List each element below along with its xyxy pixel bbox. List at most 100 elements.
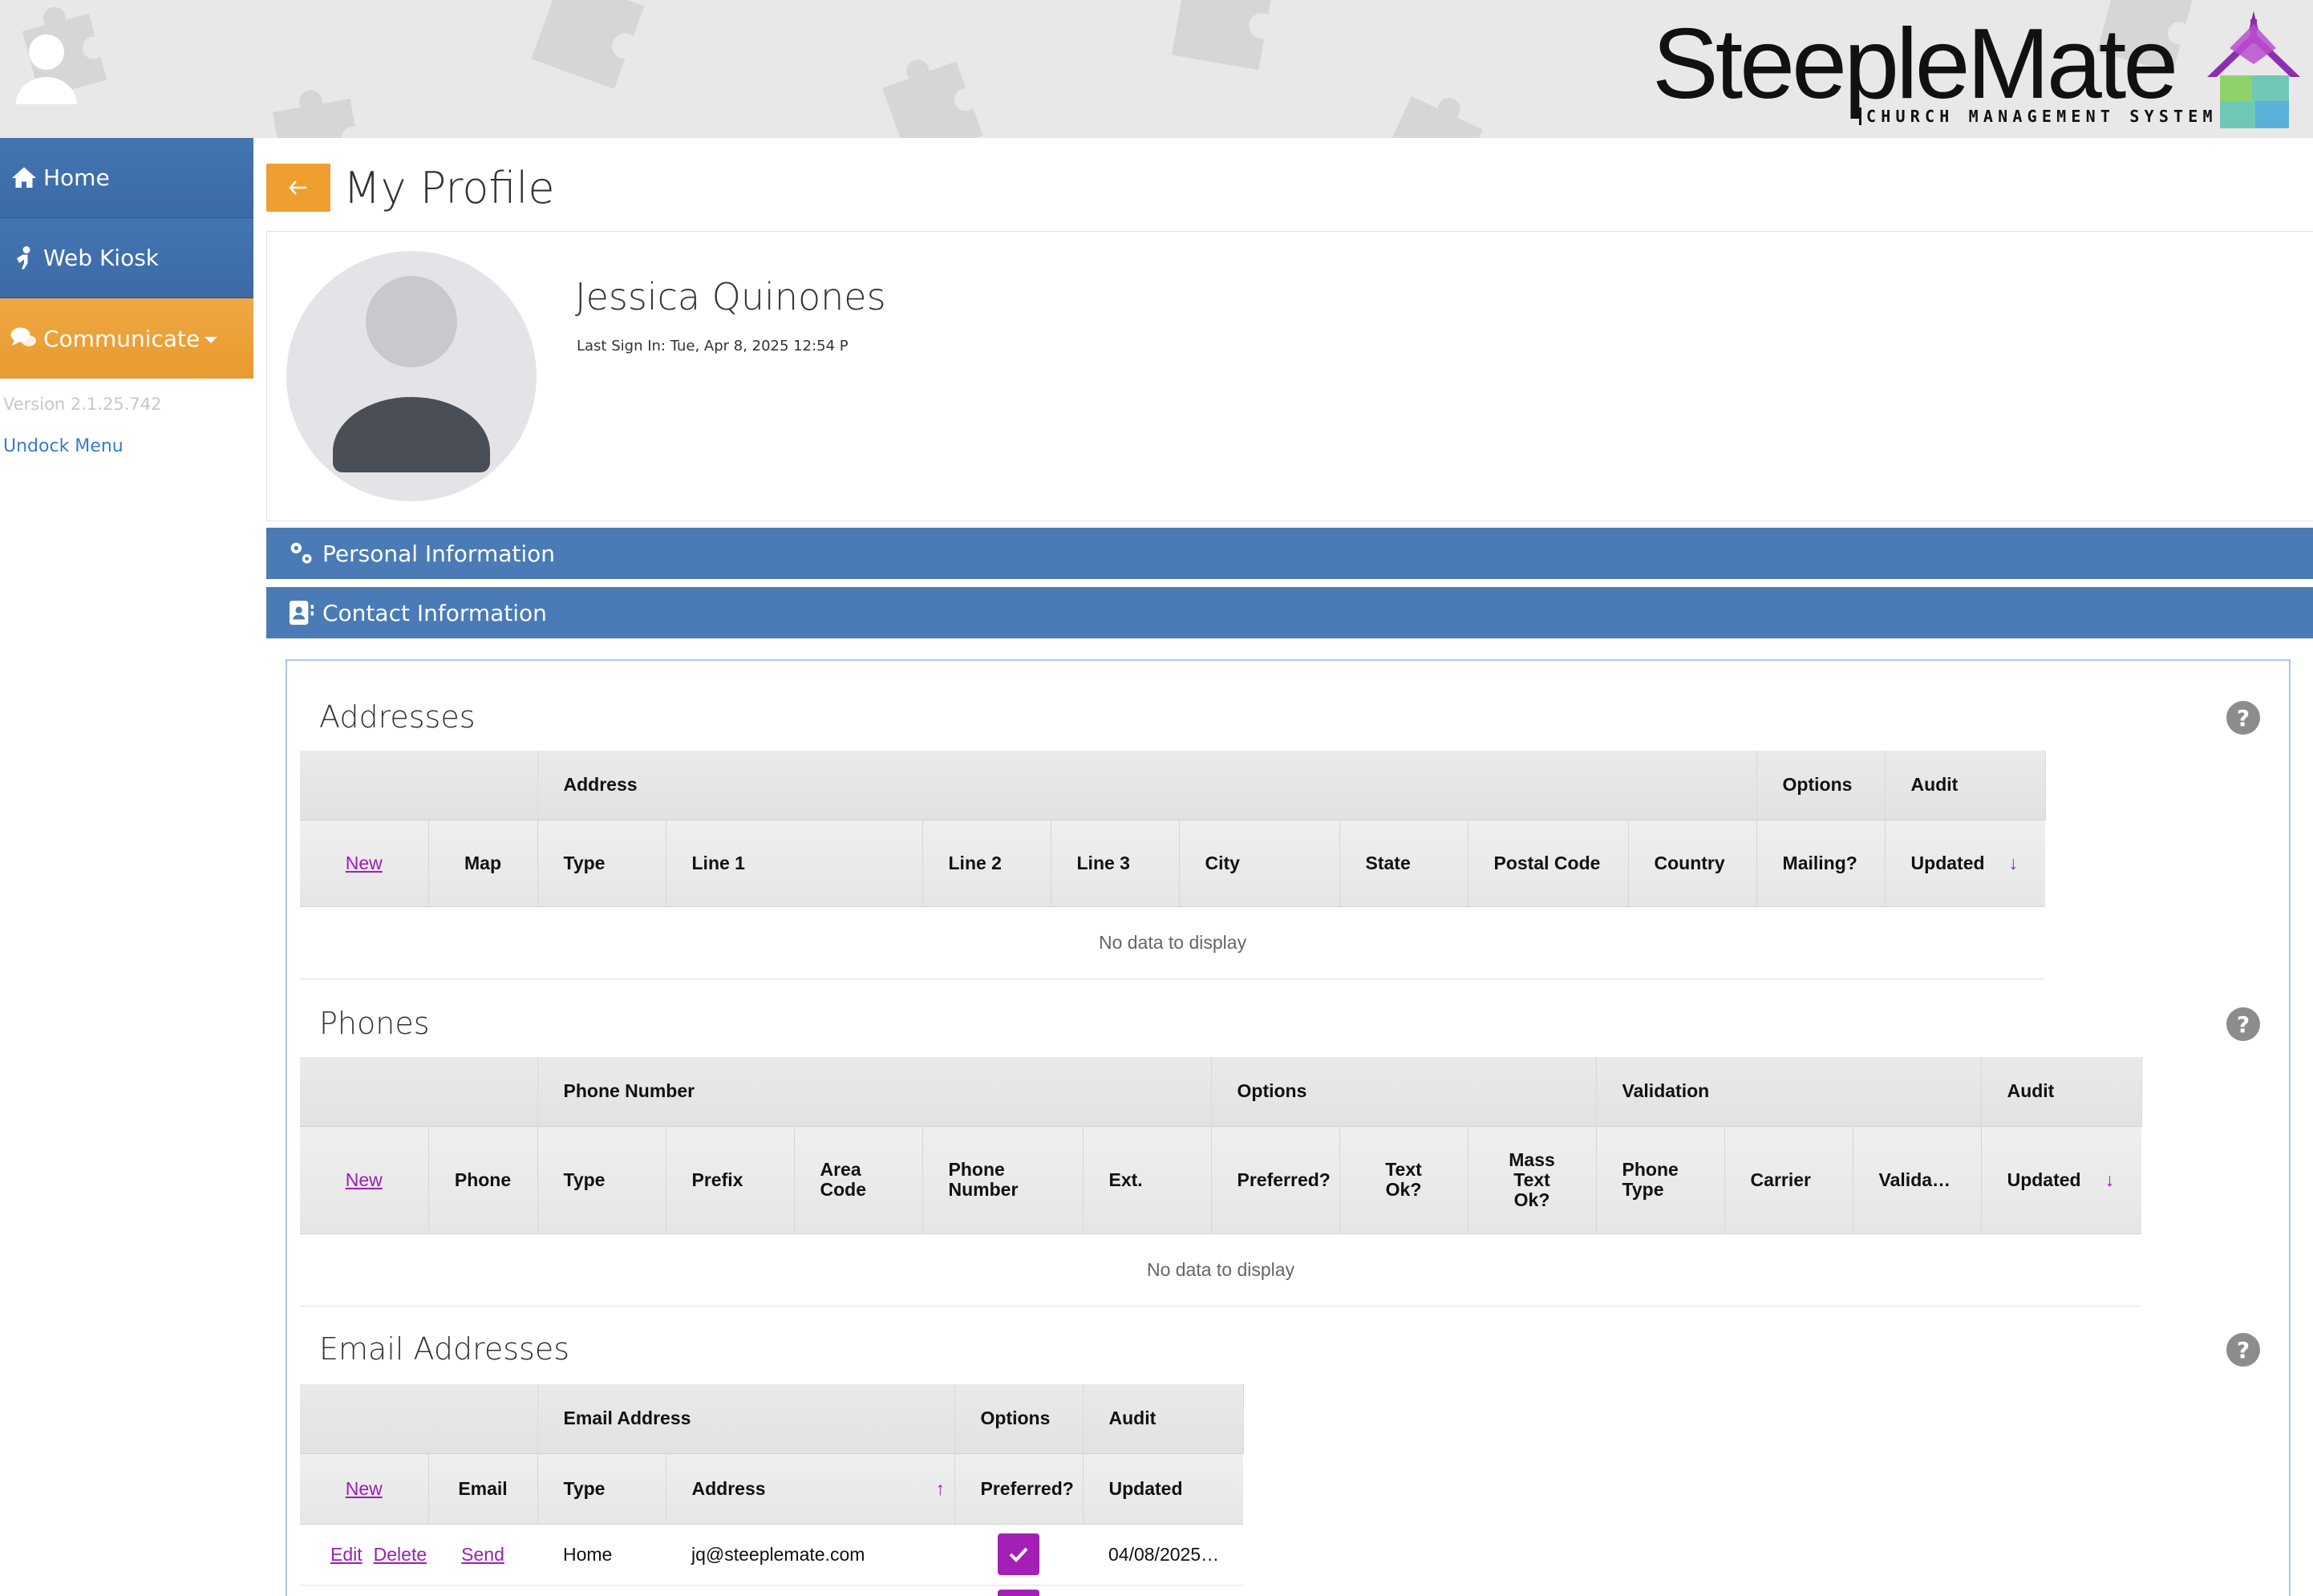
col-updated[interactable]: Updated: [1083, 1452, 1243, 1525]
col-updated-label: Updated: [1910, 852, 1985, 873]
band-empty: [300, 1057, 538, 1126]
phones-grid: Phone Number Options Validation Audit Ne…: [300, 1057, 2142, 1306]
col-mailing[interactable]: Mailing?: [1756, 819, 1886, 907]
new-email-link[interactable]: New: [346, 1478, 383, 1499]
col-city[interactable]: City: [1179, 819, 1340, 907]
email-type: Home: [537, 1524, 666, 1586]
col-type[interactable]: Type: [537, 1452, 666, 1525]
band-empty: [300, 1384, 538, 1453]
col-carrier[interactable]: Carrier: [1724, 1125, 1853, 1234]
emails-header-row: New Email Type Address ↑ Preferred? Updat…: [300, 1452, 1243, 1525]
church-puzzle-logo-icon: [2207, 11, 2300, 128]
page-title: My Profile: [343, 162, 555, 213]
last-sign-in-text: Last Sign In: Tue, Apr 8, 2025 12:54 P: [577, 338, 849, 354]
page-header: My Profile: [266, 160, 555, 215]
col-phone[interactable]: Phone: [428, 1125, 538, 1234]
col-line3[interactable]: Line 3: [1051, 819, 1180, 907]
contact-card-icon: [290, 601, 314, 625]
col-ext[interactable]: Ext.: [1083, 1125, 1212, 1234]
sidebar-item-communicate[interactable]: Communicate: [0, 298, 253, 379]
email-updated: 04/08/2025…: [1083, 1524, 1243, 1586]
back-button[interactable]: [266, 164, 330, 212]
preferred-checkbox[interactable]: [998, 1533, 1039, 1575]
col-phone-type[interactable]: Phone Type: [1596, 1125, 1725, 1234]
sidebar-item-label: Web Kiosk: [43, 245, 160, 271]
col-address-label: Address: [691, 1477, 766, 1499]
email-address: jq@steeplemate.com: [666, 1524, 954, 1586]
phones-header-row: New Phone Type Prefix Area Code Phone Nu…: [300, 1125, 2142, 1234]
col-line1[interactable]: Line 1: [666, 819, 923, 907]
col-country[interactable]: Country: [1628, 819, 1757, 907]
addresses-help-icon[interactable]: ?: [2226, 701, 2260, 735]
empty-message: No data to display: [300, 1233, 2142, 1306]
profile-card: Jessica Quinones Last Sign In: Tue, Apr …: [266, 231, 2313, 521]
avatar[interactable]: [286, 251, 537, 501]
sidebar-nav: Home Web Kiosk Communicate Version 2.1.2…: [0, 138, 253, 456]
band-options: Options: [1756, 751, 1886, 820]
col-line2[interactable]: Line 2: [922, 819, 1051, 907]
col-type[interactable]: Type: [537, 819, 666, 907]
col-updated-label: Updated: [2007, 1169, 2081, 1190]
emails-grid: Email Address Options Audit New Email Ty…: [300, 1384, 1244, 1596]
send-email-link[interactable]: Send: [461, 1544, 504, 1565]
emails-help-icon[interactable]: ?: [2226, 1333, 2260, 1367]
col-type[interactable]: Type: [537, 1125, 666, 1234]
col-area-code[interactable]: Area Code: [794, 1125, 923, 1234]
col-text-ok[interactable]: Text Ok?: [1339, 1125, 1468, 1234]
empty-message: No data to display: [300, 906, 2046, 979]
phones-title: Phones: [319, 1006, 430, 1041]
addresses-band-row: Address Options Audit: [300, 751, 2046, 820]
band-audit: Audit: [1981, 1057, 2142, 1126]
col-prefix[interactable]: Prefix: [666, 1125, 795, 1234]
col-postal-code[interactable]: Postal Code: [1468, 819, 1629, 907]
app-header: SteepleMate CHURCH MANAGEMENT SYSTEM: [0, 0, 2313, 138]
section-contact-information[interactable]: Contact Information: [266, 587, 2313, 638]
section-label: Personal Information: [322, 540, 556, 567]
version-text: Version 2.1.25.742: [3, 395, 162, 414]
band-address: Address: [537, 751, 1757, 820]
addresses-empty-row: No data to display: [300, 906, 2046, 979]
sidebar-item-label: Home: [43, 164, 110, 191]
col-updated[interactable]: Updated ↓: [1885, 819, 2046, 907]
profile-name: Jessica Quinones: [575, 275, 886, 318]
chevron-down-icon: [205, 337, 218, 343]
col-updated[interactable]: Updated ↓: [1981, 1125, 2142, 1234]
col-preferred[interactable]: Preferred?: [1211, 1125, 1340, 1234]
edit-email-link[interactable]: Edit: [330, 1544, 363, 1565]
preferred-checkbox[interactable]: [998, 1589, 1039, 1596]
col-preferred[interactable]: Preferred?: [954, 1452, 1084, 1525]
emails-title: Email Addresses: [319, 1331, 570, 1367]
sidebar-item-web-kiosk[interactable]: Web Kiosk: [0, 218, 253, 298]
sidebar-item-home[interactable]: Home: [0, 138, 253, 218]
col-address[interactable]: Address ↑: [666, 1452, 955, 1525]
sort-descending-icon: ↓: [2008, 852, 2019, 873]
home-icon: [12, 167, 36, 188]
section-personal-information[interactable]: Personal Information: [266, 528, 2313, 579]
phones-band-row: Phone Number Options Validation Audit: [300, 1057, 2142, 1126]
sidebar-item-label: Communicate: [43, 325, 201, 352]
band-phone-number: Phone Number: [537, 1057, 1212, 1126]
col-mass-text-ok[interactable]: Mass Text Ok?: [1468, 1125, 1597, 1234]
addresses-header-row: New Map Type Line 1 Line 2 Line 3 City S…: [300, 819, 2046, 907]
band-validation: Validation: [1596, 1057, 1982, 1126]
band-options: Options: [1211, 1057, 1597, 1126]
col-validated[interactable]: Valida…: [1853, 1125, 1982, 1234]
addresses-title: Addresses: [319, 699, 476, 735]
col-phone-number[interactable]: Phone Number: [922, 1125, 1084, 1234]
undock-menu-link[interactable]: Undock Menu: [0, 414, 253, 456]
band-options: Options: [954, 1384, 1084, 1453]
col-map[interactable]: Map: [428, 819, 538, 907]
phones-help-icon[interactable]: ?: [2226, 1007, 2260, 1041]
col-state[interactable]: State: [1339, 819, 1468, 907]
steeplemate-logo[interactable]: SteepleMate CHURCH MANAGEMENT SYSTEM: [1652, 8, 2302, 133]
delete-email-link[interactable]: Delete: [374, 1544, 427, 1565]
section-label: Contact Information: [322, 599, 547, 626]
new-phone-link[interactable]: New: [346, 1169, 383, 1190]
arrow-left-icon: [289, 180, 306, 195]
new-address-link[interactable]: New: [346, 853, 383, 873]
col-email[interactable]: Email: [428, 1452, 538, 1525]
emails-band-row: Email Address Options Audit: [300, 1384, 1244, 1453]
user-menu-avatar-icon[interactable]: [6, 16, 87, 104]
logo-wordmark: SteepleMate: [1652, 9, 2178, 119]
phones-empty-row: No data to display: [300, 1233, 2142, 1306]
